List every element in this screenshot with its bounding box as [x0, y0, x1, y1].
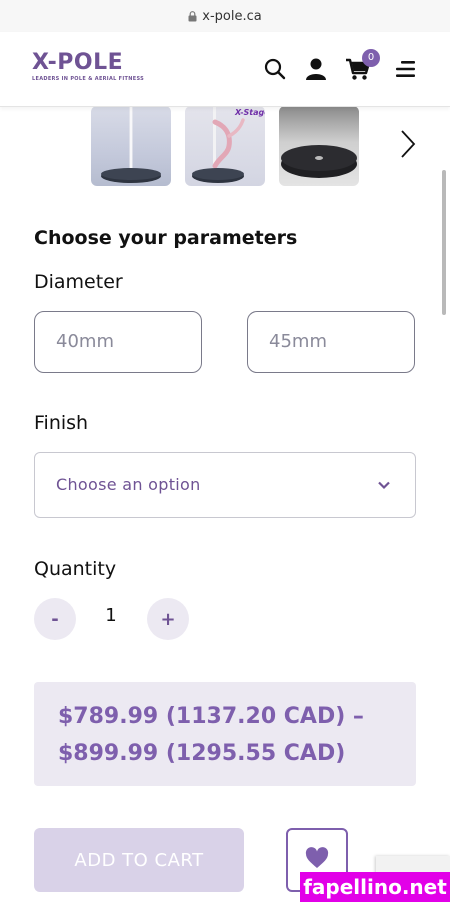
price-line-1: $789.99 (1137.20 CAD) –	[58, 704, 364, 729]
parameters-heading: Choose your parameters	[34, 227, 298, 249]
menu-icon[interactable]	[393, 56, 419, 82]
search-icon[interactable]	[262, 56, 288, 82]
product-gallery: X-Stage	[0, 106, 450, 188]
lock-icon	[188, 10, 197, 22]
scrollbar[interactable]	[442, 170, 446, 315]
gallery-thumbnail-1[interactable]	[91, 106, 171, 186]
cart-icon[interactable]: 0	[345, 49, 380, 82]
price-line-2: $899.99 (1295.55 CAD)	[58, 741, 346, 766]
gallery-thumbnail-2[interactable]: X-Stage	[185, 106, 265, 186]
site-logo[interactable]: X-POLE LEADERS IN POLE & AERIAL FITNESS	[32, 50, 145, 83]
logo-tagline: LEADERS IN POLE & AERIAL FITNESS	[32, 76, 145, 82]
price-range-box: $789.99 (1137.20 CAD) – $899.99 (1295.55…	[34, 682, 416, 786]
quantity-decrease-button[interactable]: -	[34, 598, 76, 640]
account-icon[interactable]	[303, 56, 329, 82]
gallery-next-arrow-icon[interactable]	[398, 128, 418, 164]
chevron-down-icon	[377, 477, 391, 496]
diameter-option-40mm[interactable]: 40mm	[34, 311, 202, 373]
quantity-label: Quantity	[34, 558, 117, 580]
diameter-label: Diameter	[34, 271, 123, 293]
quantity-value[interactable]: 1	[103, 605, 119, 626]
url-text: x-pole.ca	[202, 8, 262, 24]
logo-title: X-POLE	[32, 50, 124, 75]
quantity-increase-button[interactable]: +	[147, 598, 189, 640]
diameter-option-45mm[interactable]: 45mm	[247, 311, 415, 373]
browser-url-bar[interactable]: x-pole.ca	[0, 0, 450, 32]
site-header: X-POLE LEADERS IN POLE & AERIAL FITNESS …	[0, 32, 450, 107]
watermark: fapellino.net	[300, 872, 450, 902]
cart-count-badge: 0	[362, 49, 380, 67]
gallery-thumbnail-3[interactable]	[279, 106, 359, 186]
finish-label: Finish	[34, 412, 89, 434]
x-stage-label: X-Stage	[234, 108, 265, 117]
finish-select-value: Choose an option	[56, 475, 201, 494]
finish-select[interactable]: Choose an option	[34, 452, 416, 518]
add-to-cart-button[interactable]: ADD TO CART	[34, 828, 244, 892]
heart-icon	[305, 847, 329, 873]
